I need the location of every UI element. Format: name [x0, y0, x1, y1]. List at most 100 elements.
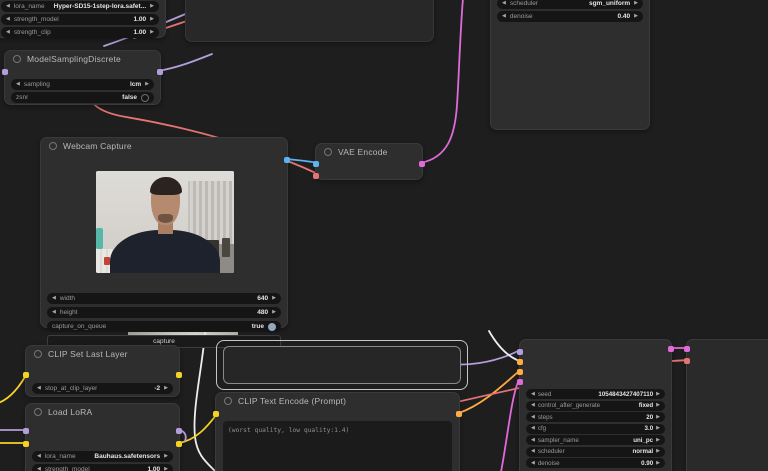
- widget-strength_model[interactable]: ◀ strength_model 1.00 ▶: [32, 464, 173, 471]
- decrement-arrow-icon[interactable]: ◀: [502, 1, 506, 6]
- collapse-dot-icon[interactable]: [224, 397, 232, 405]
- widget-strength_clip[interactable]: ◀ strength_clip 1.00 ▶: [1, 27, 159, 38]
- prompt-textarea[interactable]: (worst quality, low quality:1.4): [223, 421, 452, 471]
- widget-stop_at_clip_layer[interactable]: ◀ stop_at_clip_layer -2 ▶: [32, 383, 173, 394]
- increment-arrow-icon[interactable]: ▶: [634, 14, 638, 19]
- increment-arrow-icon[interactable]: ▶: [272, 296, 276, 301]
- input-slot-positive[interactable]: [517, 359, 523, 365]
- collapse-dot-icon[interactable]: [324, 148, 332, 156]
- decrement-arrow-icon[interactable]: ◀: [531, 403, 535, 408]
- widget-scheduler[interactable]: ◀ scheduler normal ▶: [526, 446, 665, 457]
- increment-arrow-icon[interactable]: ▶: [164, 454, 168, 459]
- node-load-lora-hyper[interactable]: ◀ lora_name Hyper-SD15-1step-lora.safet...…: [0, 0, 166, 38]
- node-clip-set-last-layer[interactable]: CLIP Set Last Layer ◀ stop_at_clip_layer -…: [23, 345, 182, 397]
- increment-arrow-icon[interactable]: ▶: [164, 467, 168, 471]
- decrement-arrow-icon[interactable]: ◀: [531, 391, 535, 397]
- toggle-dot-icon[interactable]: [268, 322, 276, 331]
- node-ksampler[interactable]: ◀ seed 1054843427407110 ▶ ◀ control_after_gen…: [517, 339, 674, 471]
- node-graph-canvas[interactable]: ◀ lora_name Hyper-SD15-1step-lora.safet...…: [0, 0, 768, 471]
- output-slot-clip[interactable]: [176, 441, 182, 447]
- widget-control_after_generate[interactable]: ◀ control_after_generate fixed ▶: [526, 400, 665, 411]
- decrement-arrow-icon[interactable]: ◀: [531, 449, 535, 454]
- widget-denoise[interactable]: ◀ denoise 0.90 ▶: [526, 458, 665, 468]
- input-slot-latent[interactable]: [684, 346, 690, 352]
- decrement-arrow-icon[interactable]: ◀: [6, 4, 10, 9]
- node-scheduler-partial[interactable]: ◀ scheduler sgm_uniform ▶ ◀ denoise 0.40 ▶: [490, 0, 650, 130]
- widget-scheduler[interactable]: ◀ scheduler sgm_uniform ▶: [497, 0, 643, 9]
- input-slot-model[interactable]: [2, 69, 8, 75]
- collapse-dot-icon[interactable]: [34, 408, 42, 416]
- increment-arrow-icon[interactable]: ▶: [656, 437, 660, 443]
- collapse-dot-icon[interactable]: [49, 142, 57, 150]
- decrement-arrow-icon[interactable]: ◀: [52, 310, 56, 315]
- output-slot-conditioning[interactable]: [456, 411, 462, 417]
- output-slot-model[interactable]: [176, 428, 182, 434]
- input-slot-vae[interactable]: [313, 173, 319, 179]
- output-slot-image[interactable]: [284, 157, 290, 163]
- decrement-arrow-icon[interactable]: ◀: [531, 437, 535, 443]
- input-slot-negative[interactable]: [517, 369, 523, 375]
- widget-denoise[interactable]: ◀ denoise 0.40 ▶: [497, 11, 643, 22]
- widget-steps[interactable]: ◀ steps 20 ▶: [526, 412, 665, 422]
- widget-sampler_name[interactable]: ◀ sampler_name uni_pc ▶: [526, 435, 665, 445]
- decrement-arrow-icon[interactable]: ◀: [531, 426, 535, 431]
- collapse-dot-icon[interactable]: [13, 55, 21, 63]
- decrement-arrow-icon[interactable]: ◀: [6, 17, 10, 22]
- increment-arrow-icon[interactable]: ▶: [656, 426, 660, 431]
- output-slot-latent[interactable]: [419, 161, 425, 167]
- widget-lora_name[interactable]: ◀ lora_name Bauhaus.safetensors ▶: [32, 451, 173, 462]
- decrement-arrow-icon[interactable]: ◀: [6, 30, 10, 35]
- increment-arrow-icon[interactable]: ▶: [164, 386, 168, 391]
- decrement-arrow-icon[interactable]: ◀: [37, 467, 41, 471]
- widget-capture_on_queue[interactable]: capture_on_queue true: [47, 321, 281, 332]
- decrement-arrow-icon[interactable]: ◀: [37, 454, 41, 459]
- increment-arrow-icon[interactable]: ▶: [656, 460, 660, 466]
- collapse-dot-icon[interactable]: [34, 350, 42, 358]
- input-slot-pixels[interactable]: [313, 161, 319, 167]
- increment-arrow-icon[interactable]: ▶: [634, 1, 638, 6]
- input-slot-clip[interactable]: [213, 411, 219, 417]
- widget-lora_name[interactable]: ◀ lora_name Hyper-SD15-1step-lora.safet...…: [1, 1, 159, 12]
- selected-node-body[interactable]: [223, 346, 461, 384]
- node-webcam-capture[interactable]: Webcam Capture ◀ width 640 ▶ ◀ height 480 ▶ capt…: [40, 137, 290, 348]
- increment-arrow-icon[interactable]: ▶: [145, 82, 149, 87]
- increment-arrow-icon[interactable]: ▶: [656, 414, 660, 420]
- node-load-lora[interactable]: Load LoRA ◀ lora_name Bauhaus.safetensors ▶…: [23, 403, 182, 471]
- decrement-arrow-icon[interactable]: ◀: [16, 82, 20, 87]
- node-model-sampling-discrete[interactable]: ModelSamplingDiscrete ◀ sampling lcm ▶ zsnr f…: [2, 50, 163, 105]
- increment-arrow-icon[interactable]: ▶: [656, 391, 660, 397]
- decrement-arrow-icon[interactable]: ◀: [531, 414, 535, 420]
- widget-seed[interactable]: ◀ seed 1054843427407110 ▶: [526, 389, 665, 399]
- widget-strength_model[interactable]: ◀ strength_model 1.00 ▶: [1, 14, 159, 25]
- output-slot-latent[interactable]: [668, 346, 674, 352]
- widget-height[interactable]: ◀ height 480 ▶: [47, 307, 281, 318]
- increment-arrow-icon[interactable]: ▶: [656, 449, 660, 454]
- widget-value: 480: [257, 309, 269, 316]
- widget-sampling[interactable]: ◀ sampling lcm ▶: [11, 79, 154, 90]
- increment-arrow-icon[interactable]: ▶: [150, 30, 154, 35]
- increment-arrow-icon[interactable]: ▶: [150, 17, 154, 22]
- increment-arrow-icon[interactable]: ▶: [150, 4, 154, 9]
- decrement-arrow-icon[interactable]: ◀: [502, 14, 506, 19]
- increment-arrow-icon[interactable]: ▶: [272, 310, 276, 315]
- widget-width[interactable]: ◀ width 640 ▶: [47, 293, 281, 304]
- input-slot-latent-image[interactable]: [517, 379, 523, 385]
- input-slot-model[interactable]: [23, 428, 29, 434]
- input-slot-clip[interactable]: [23, 441, 29, 447]
- node-top-middle-partial[interactable]: [185, 0, 434, 42]
- input-slot-clip[interactable]: [23, 372, 29, 378]
- decrement-arrow-icon[interactable]: ◀: [37, 386, 41, 391]
- input-slot-model[interactable]: [517, 349, 523, 355]
- decrement-arrow-icon[interactable]: ◀: [531, 460, 535, 466]
- output-slot-model[interactable]: [157, 69, 163, 75]
- node-clip-text-encode[interactable]: CLIP Text Encode (Prompt) (worst quality…: [213, 392, 462, 471]
- node-vae-encode[interactable]: VAE Encode: [313, 143, 425, 180]
- increment-arrow-icon[interactable]: ▶: [656, 403, 660, 408]
- toggle-dot-icon[interactable]: [141, 93, 149, 102]
- node-right-partial[interactable]: [684, 339, 768, 471]
- input-slot-vae[interactable]: [684, 358, 690, 364]
- widget-zsnr[interactable]: zsnr false: [11, 92, 154, 103]
- decrement-arrow-icon[interactable]: ◀: [52, 296, 56, 301]
- widget-cfg[interactable]: ◀ cfg 3.0 ▶: [526, 423, 665, 434]
- output-slot-clip[interactable]: [176, 372, 182, 378]
